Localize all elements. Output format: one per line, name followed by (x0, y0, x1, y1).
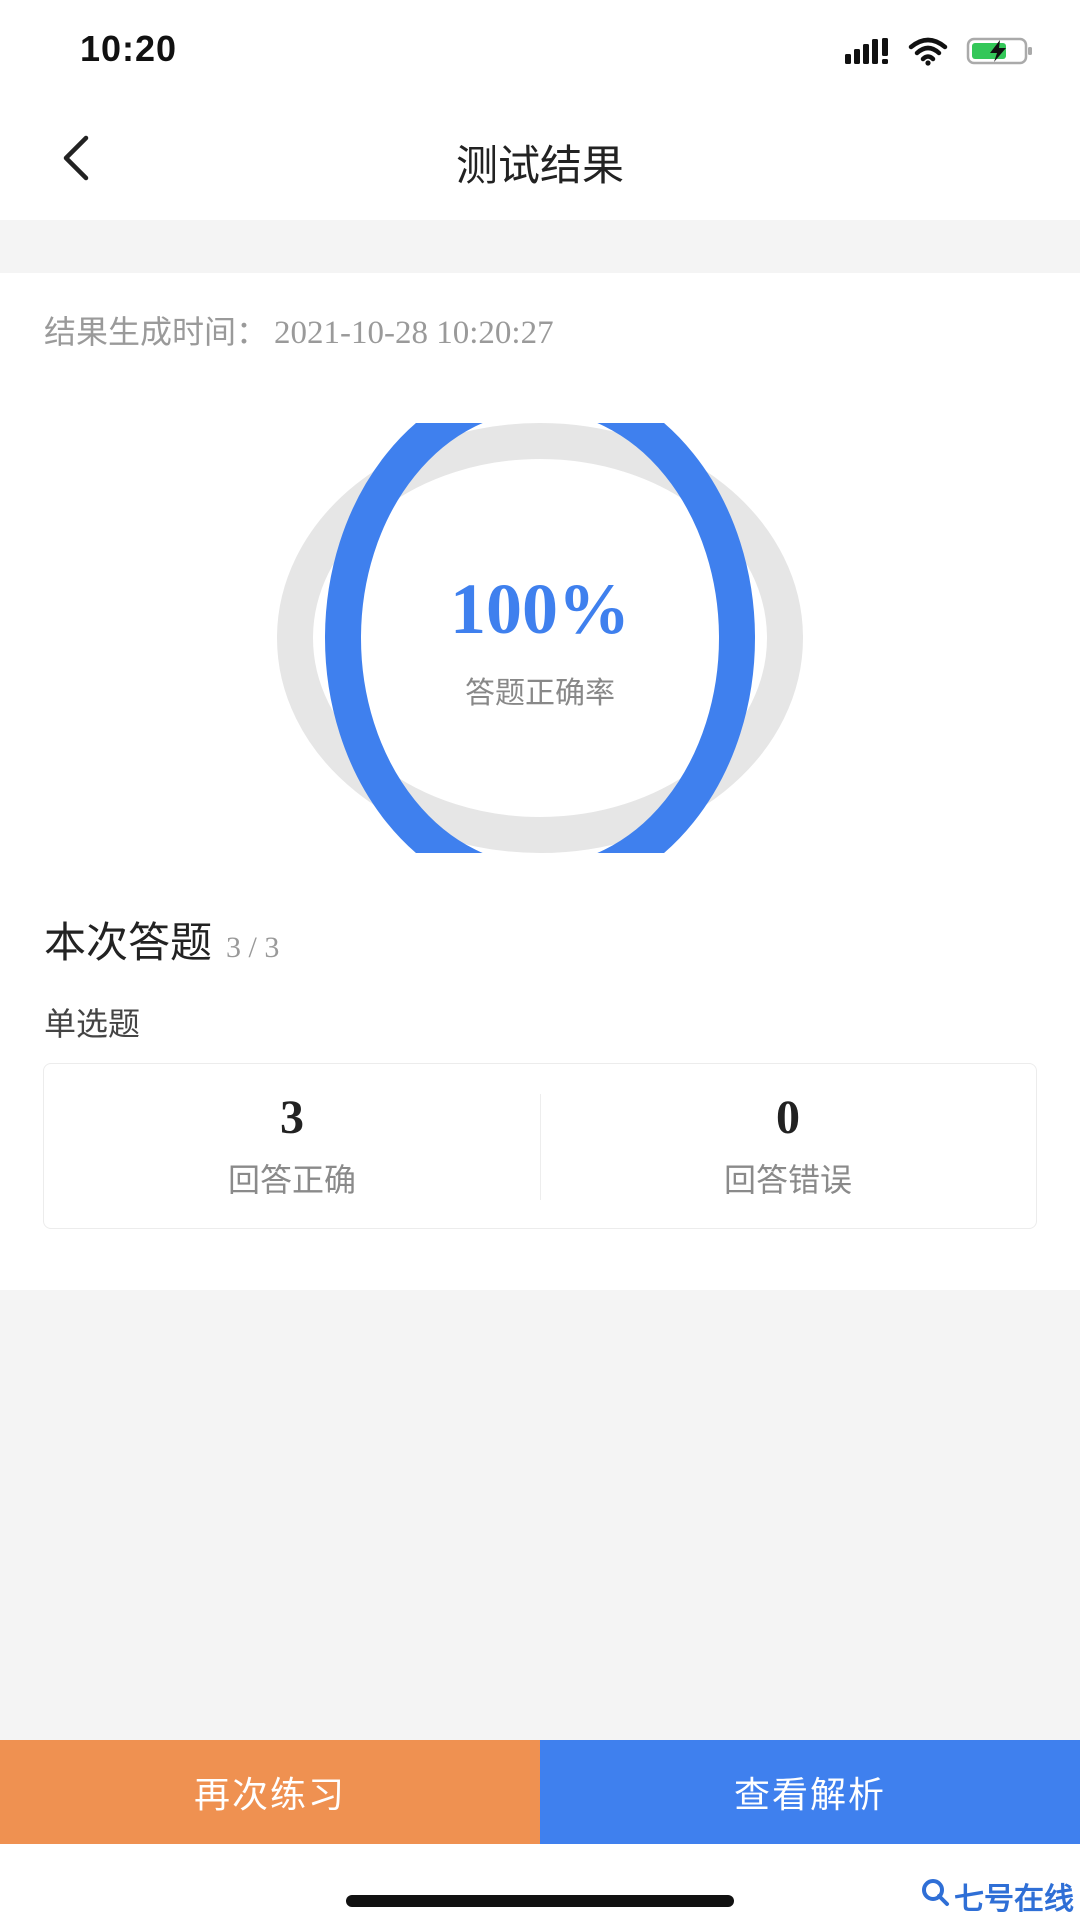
watermark: 七号在线 (920, 1874, 1074, 1918)
accuracy-ring: 100% 答题正确率 (277, 423, 803, 853)
wrong-count: 0 (776, 1091, 800, 1144)
wifi-icon (908, 36, 948, 70)
search-logo-icon (920, 1877, 950, 1915)
question-category: 单选题 (44, 1005, 141, 1043)
page-title: 测试结果 (455, 141, 624, 190)
accuracy-percent: 100% (450, 569, 630, 649)
wrong-label: 回答错误 (723, 1161, 852, 1199)
home-indicator[interactable] (346, 1895, 734, 1907)
generated-time-value: 2021-10-28 10:20:27 (274, 315, 554, 351)
status-icons (844, 36, 1036, 70)
signal-icon (844, 36, 890, 70)
status-time: 10:20 (80, 28, 178, 69)
stats-box: 3 回答正确 0 回答错误 (43, 1063, 1037, 1229)
battery-charging-icon (966, 36, 1036, 70)
home-area: 七号在线 (0, 1844, 1080, 1920)
session-summary: 本次答题 3 / 3 (44, 909, 279, 970)
watermark-text: 七号在线 (954, 1882, 1074, 1917)
session-title: 本次答题 (44, 918, 213, 967)
accuracy-label: 答题正确率 (465, 676, 615, 711)
view-analysis-button[interactable]: 查看解析 (540, 1740, 1080, 1844)
session-count: 3 / 3 (226, 931, 280, 964)
generated-time-label: 结果生成时间： (44, 313, 269, 351)
result-card: 结果生成时间： 2021-10-28 10:20:27 100% 答题正确率 本次… (0, 273, 1080, 1290)
practice-again-button[interactable]: 再次练习 (0, 1740, 540, 1844)
correct-label: 回答正确 (227, 1161, 356, 1199)
stat-correct: 3 回答正确 (44, 1064, 540, 1228)
result-generated-time: 结果生成时间： 2021-10-28 10:20:27 (44, 307, 554, 353)
bottom-action-bar: 再次练习 查看解析 (0, 1740, 1080, 1844)
stat-wrong: 0 回答错误 (540, 1064, 1036, 1228)
correct-count: 3 (280, 1091, 304, 1144)
status-bar: 10:20 (0, 0, 1080, 100)
nav-bar: 测试结果 (0, 100, 1080, 220)
